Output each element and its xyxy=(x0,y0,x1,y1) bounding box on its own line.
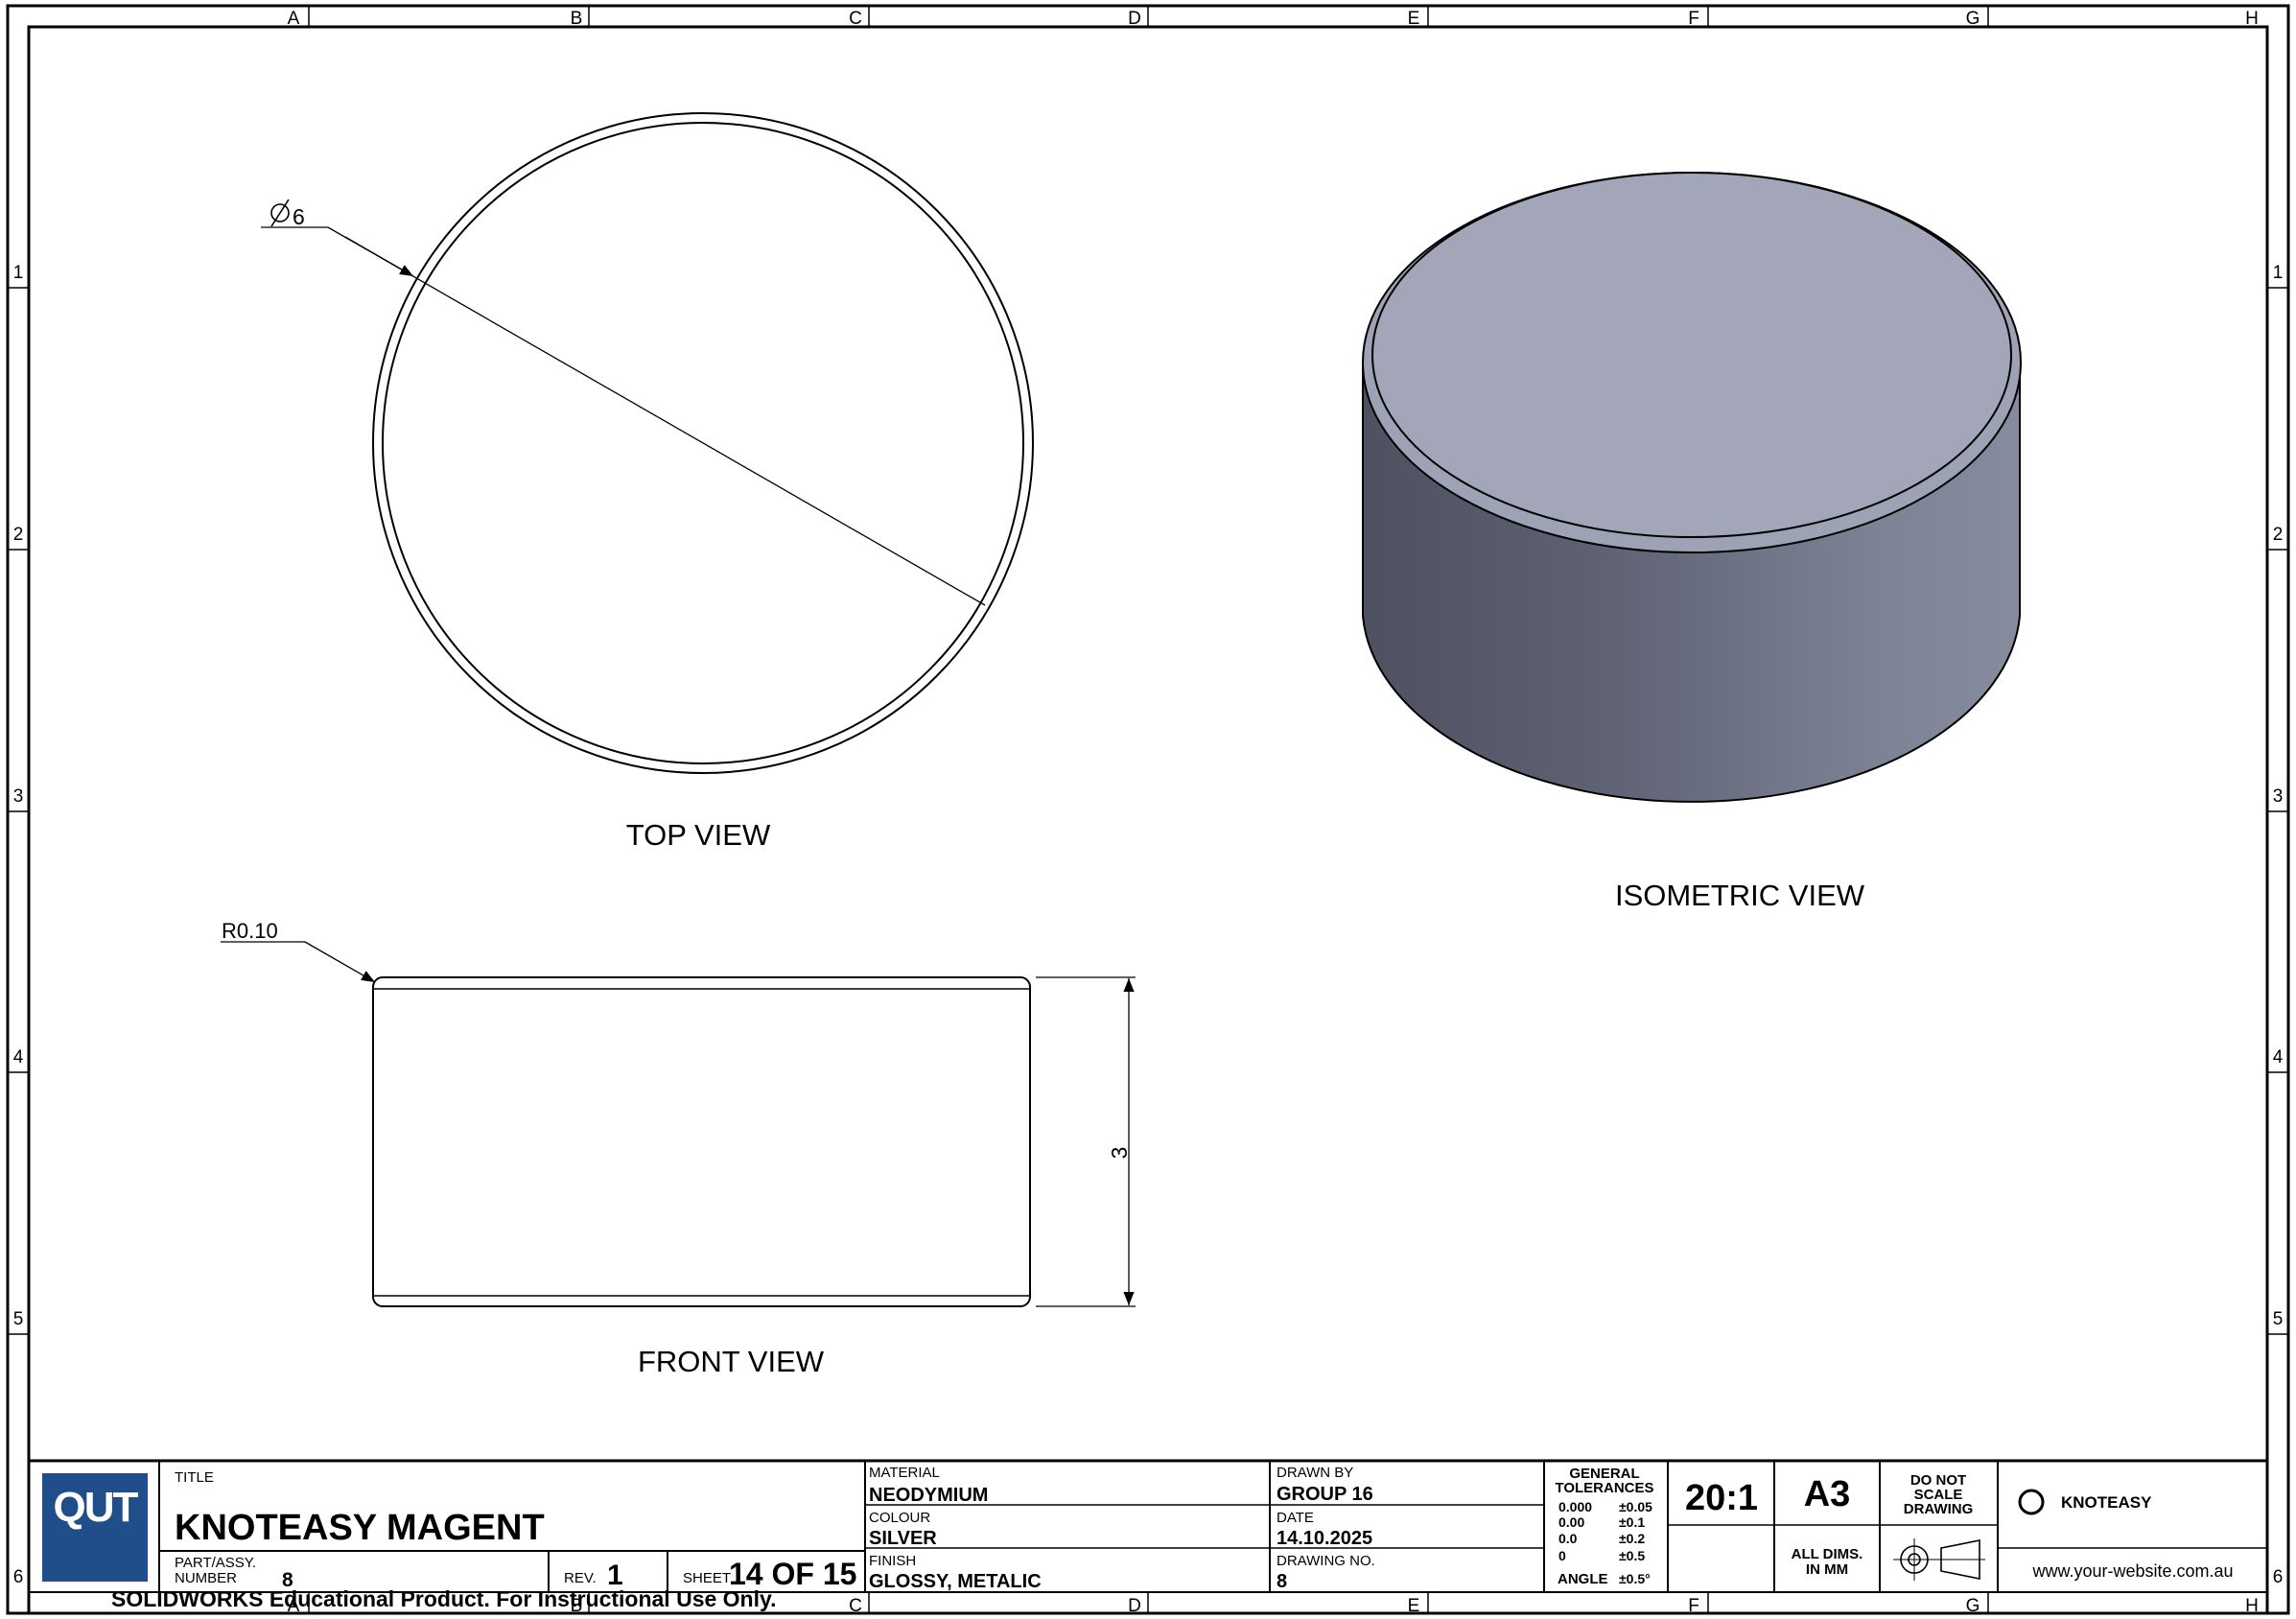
do-not-scale-label: DRAWING xyxy=(1904,1501,1974,1517)
zone-row-label-left: 2 xyxy=(13,525,24,545)
qut-logo-text: QUT xyxy=(54,1484,139,1531)
radius-value: R0.10 xyxy=(222,919,278,943)
isometric-view-label: ISOMETRIC VIEW xyxy=(1615,879,1865,912)
scale-value: 20:1 xyxy=(1685,1478,1758,1518)
zone-row-label-right: 6 xyxy=(2273,1567,2284,1587)
company-website: www.your-website.com.au xyxy=(2031,1561,2233,1581)
zone-col-label-top: D xyxy=(1128,9,1141,29)
sheet-size-value: A3 xyxy=(1804,1474,1851,1514)
watermark-text: SOLIDWORKS Educational Product. For Inst… xyxy=(111,1586,776,1611)
zone-row-label-right: 1 xyxy=(2273,263,2284,283)
zone-col-label-bottom: F xyxy=(1688,1596,1699,1616)
title-label: TITLE xyxy=(175,1469,214,1486)
part-number-label: PART/ASSY. xyxy=(175,1555,256,1571)
diameter-dimension-line xyxy=(327,226,986,606)
units-label: IN MM xyxy=(1806,1561,1848,1578)
zone-row-label-right: 2 xyxy=(2273,525,2284,545)
part-number-label: NUMBER xyxy=(175,1570,237,1586)
zone-row-label-right: 5 xyxy=(2273,1309,2284,1329)
front-view-outline xyxy=(372,976,1031,1307)
top-view-label: TOP VIEW xyxy=(626,818,771,852)
zone-col-label-top: H xyxy=(2245,9,2259,29)
sheet-label: SHEET xyxy=(683,1570,731,1586)
material-label: MATERIAL xyxy=(869,1465,940,1481)
rev-label: REV. xyxy=(564,1570,597,1586)
tolerance-tol: ±0.05 xyxy=(1619,1499,1652,1514)
colour-value: SILVER xyxy=(869,1528,937,1549)
zone-row-label-left: 4 xyxy=(13,1047,24,1068)
drawing-title: KNOTEASY MAGENT xyxy=(175,1508,545,1548)
zone-col-label-top: G xyxy=(1966,9,1980,29)
tolerance-value: 0.0 xyxy=(1558,1531,1578,1546)
zone-col-label-top: E xyxy=(1408,9,1420,29)
units-label: ALL DIMS. xyxy=(1792,1546,1863,1562)
zone-row-label-left: 6 xyxy=(13,1567,24,1587)
date-value: 14.10.2025 xyxy=(1277,1528,1372,1549)
tolerance-value: 0.000 xyxy=(1558,1499,1592,1514)
diameter-value: 6 xyxy=(293,204,305,229)
material-value: NEODYMIUM xyxy=(869,1485,988,1506)
zone-col-label-bottom: G xyxy=(1966,1596,1980,1616)
tolerance-tol: ±0.5 xyxy=(1619,1548,1645,1563)
angle-tol: ±0.5° xyxy=(1619,1571,1651,1586)
radius-arrow xyxy=(304,941,376,983)
angle-label: ANGLE xyxy=(1558,1571,1608,1587)
zone-col-label-top: C xyxy=(849,9,862,29)
front-view-label: FRONT VIEW xyxy=(638,1345,825,1378)
company-logo-icon xyxy=(2018,1489,2045,1515)
zone-col-label-top: A xyxy=(288,9,300,29)
zone-row-label-right: 4 xyxy=(2273,1047,2284,1068)
tolerance-tol: ±0.1 xyxy=(1619,1514,1645,1530)
colour-label: COLOUR xyxy=(869,1510,930,1526)
drawn-by-label: DRAWN BY xyxy=(1277,1465,1353,1481)
drawing-no-value: 8 xyxy=(1277,1571,1287,1592)
company-name: KNOTEASY xyxy=(2061,1493,2152,1512)
zone-row-label-right: 3 xyxy=(2273,786,2284,807)
zone-col-label-bottom: C xyxy=(849,1596,862,1616)
zone-col-label-bottom: H xyxy=(2245,1596,2259,1616)
date-label: DATE xyxy=(1277,1510,1314,1526)
height-value: 3 xyxy=(1107,1147,1132,1160)
front-view: 3 R0.10 FRONT VIEW xyxy=(221,919,1136,1378)
zone-col-label-bottom: E xyxy=(1408,1596,1420,1616)
tolerances-label: TOLERANCES xyxy=(1555,1480,1653,1496)
finish-label: FINISH xyxy=(869,1553,916,1569)
zone-col-label-top: B xyxy=(571,9,583,29)
top-view: 6 TOP VIEW xyxy=(261,112,1034,852)
drawing-sheet: A B C D E F G H A B C D E F G H 1 2 3 4 … xyxy=(6,4,2290,1616)
third-angle-projection-icon xyxy=(1893,1538,1985,1581)
zone-col-label-bottom: D xyxy=(1128,1596,1141,1616)
tolerance-tol: ±0.2 xyxy=(1619,1531,1645,1546)
isometric-view: ISOMETRIC VIEW xyxy=(1362,172,2022,912)
zone-row-label-left: 5 xyxy=(13,1309,24,1329)
tolerance-value: 0.00 xyxy=(1558,1514,1584,1530)
zone-col-label-top: F xyxy=(1688,9,1699,29)
diameter-arrow xyxy=(344,236,414,277)
diameter-symbol-icon xyxy=(270,199,290,227)
finish-value: GLOSSY, METALIC xyxy=(869,1571,1042,1592)
tolerance-value: 0 xyxy=(1558,1548,1566,1563)
drawn-by-value: GROUP 16 xyxy=(1277,1484,1373,1505)
drawing-no-label: DRAWING NO. xyxy=(1277,1553,1375,1569)
zone-row-label-left: 3 xyxy=(13,786,24,807)
iso-top-face xyxy=(1371,172,2012,538)
zone-row-label-left: 1 xyxy=(13,263,24,283)
